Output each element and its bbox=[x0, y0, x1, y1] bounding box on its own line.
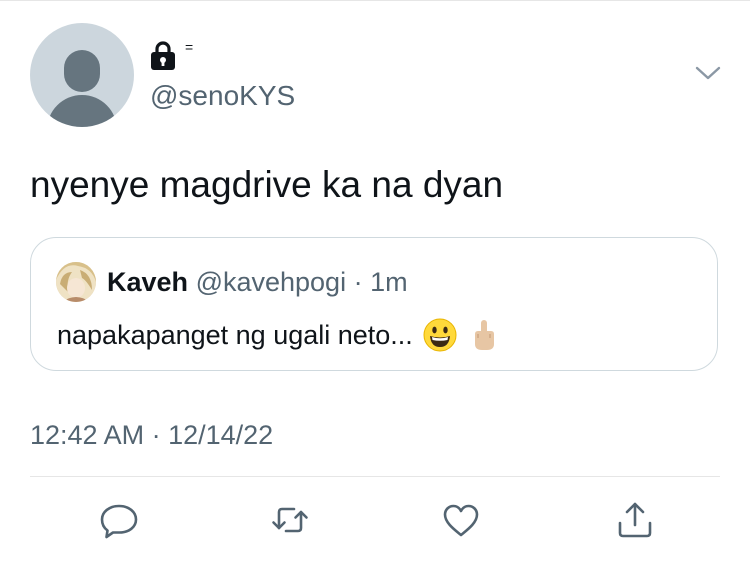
grinning-face-emoji bbox=[423, 318, 457, 352]
tweet-timestamp[interactable]: 12:42 AM · 12/14/22 bbox=[30, 418, 273, 452]
tweet-text: nyenye magdrive ka na dyan bbox=[30, 164, 504, 205]
middle-finger-emoji bbox=[474, 320, 494, 350]
like-button[interactable] bbox=[441, 500, 481, 540]
quoted-timestamp: 1m bbox=[370, 267, 408, 297]
avatar-head-shape bbox=[64, 50, 100, 92]
quoted-tweet-text-row: napakapanget ng ugali neto... bbox=[57, 318, 501, 352]
reply-icon bbox=[100, 504, 138, 539]
display-name-row[interactable]: = bbox=[149, 40, 193, 74]
retweet-icon bbox=[272, 507, 308, 533]
lock-icon bbox=[151, 41, 175, 70]
actions-divider bbox=[30, 476, 720, 477]
quoted-tweet-text: napakapanget ng ugali neto... bbox=[57, 320, 413, 350]
retweet-button[interactable] bbox=[270, 500, 310, 540]
quoted-tweet-card[interactable]: Kaveh @kavehpogi · 1m napakapanget ng ug… bbox=[30, 237, 718, 371]
quoted-avatar[interactable] bbox=[56, 262, 96, 302]
avatar-shoulders-shape bbox=[47, 95, 117, 127]
share-button[interactable] bbox=[615, 500, 655, 540]
top-divider bbox=[0, 0, 750, 1]
share-icon bbox=[618, 502, 652, 538]
user-handle[interactable]: @senoKYS bbox=[150, 80, 295, 112]
display-name: = bbox=[185, 39, 194, 55]
quoted-avatar-image bbox=[56, 262, 96, 302]
quoted-tweet-header: Kaveh @kavehpogi · 1m bbox=[107, 266, 408, 298]
quoted-handle[interactable]: @kavehpogi bbox=[196, 267, 347, 297]
quoted-separator: · bbox=[353, 267, 363, 297]
like-icon bbox=[443, 504, 479, 537]
quoted-display-name[interactable]: Kaveh bbox=[107, 267, 188, 297]
avatar[interactable] bbox=[30, 23, 134, 127]
chevron-down-icon[interactable] bbox=[695, 65, 721, 81]
reply-button[interactable] bbox=[99, 500, 139, 540]
